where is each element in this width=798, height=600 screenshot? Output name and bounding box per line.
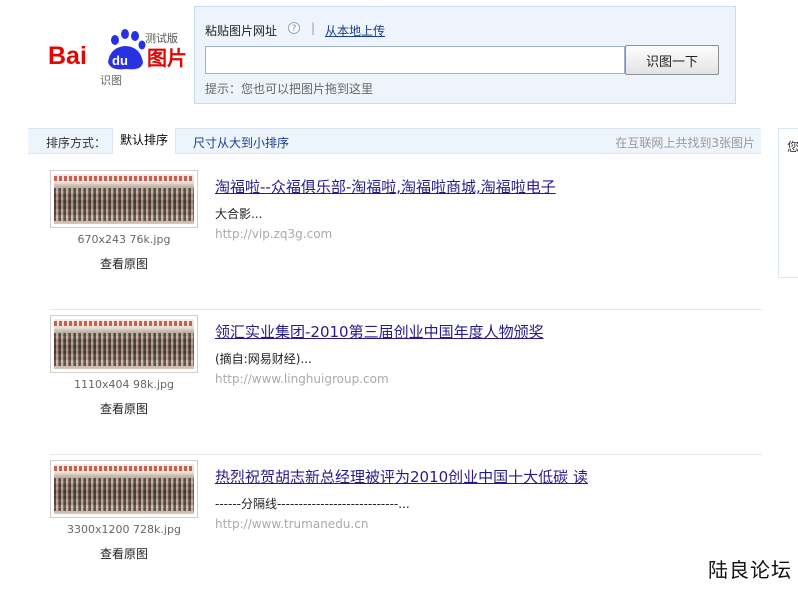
baidu-logo[interactable]: Bai du 图片 测试版 识图 <box>44 22 194 92</box>
result-count: 在互联网上共找到3张图片 <box>615 136 755 150</box>
search-image-button[interactable]: 识图一下 <box>625 45 719 75</box>
paste-url-label: 粘贴图片网址 <box>205 24 278 38</box>
question-circle-icon[interactable]: ? <box>288 22 300 34</box>
group-photo-image <box>54 174 194 224</box>
image-size: 1110x404 98k.jpg <box>74 378 174 391</box>
group-photo-image <box>54 319 194 369</box>
logo-subtitle: 识图 <box>100 74 122 87</box>
result-item: 3300x1200 728k.jpg 查看原图 热烈祝贺胡志新总经理被评为201… <box>50 460 762 600</box>
result-snippet: (摘自:网易财经)... <box>215 352 312 366</box>
result-title-link[interactable]: 热烈祝贺胡志新总经理被评为2010创业中国十大低碳 读 <box>215 466 588 487</box>
result-item: 670x243 76k.jpg 查看原图 淘福啦--众福俱乐部-淘福啦,淘福啦商… <box>50 170 762 310</box>
result-url: http://vip.zq3g.com <box>215 227 333 241</box>
svg-text:Bai: Bai <box>48 42 87 70</box>
drag-hint: 提示：您也可以把图片拖到这里 <box>205 82 374 96</box>
result-title-link[interactable]: 淘福啦--众福俱乐部-淘福啦,淘福啦商城,淘福啦电子 <box>215 176 556 197</box>
sort-label: 排序方式： <box>46 136 107 150</box>
sort-size-tab[interactable]: 尺寸从大到小排序 <box>193 134 289 151</box>
result-item: 1110x404 98k.jpg 查看原图 领汇实业集团-2010第三届创业中国… <box>50 315 762 455</box>
view-original-link[interactable]: 查看原图 <box>50 255 198 272</box>
svg-text:图片: 图片 <box>147 46 187 70</box>
upload-local-link[interactable]: 从本地上传 <box>325 22 385 39</box>
result-title-link[interactable]: 领汇实业集团-2010第三届创业中国年度人物颁奖 <box>215 321 544 342</box>
forum-watermark: 陆良论坛 <box>708 558 792 582</box>
svg-text:du: du <box>112 53 128 68</box>
result-url: http://www.trumanedu.cn <box>215 517 369 531</box>
result-snippet: 大合影... <box>215 207 263 221</box>
sort-bar: 排序方式： 默认排序 尺寸从大到小排序 在互联网上共找到3张图片 <box>28 128 761 154</box>
result-divider <box>50 309 762 310</box>
result-snippet: ------分隔线----------------------------... <box>215 497 410 511</box>
search-panel: 粘贴图片网址 ? | 从本地上传 识图一下 提示：您也可以把图片拖到这里 <box>194 6 736 104</box>
result-thumbnail[interactable] <box>50 315 198 373</box>
beta-label: 测试版 <box>145 32 178 45</box>
result-thumbnail[interactable] <box>50 460 198 518</box>
image-size: 670x243 76k.jpg <box>77 233 171 246</box>
result-thumbnail[interactable] <box>50 170 198 228</box>
side-panel-text: 您 <box>787 140 798 154</box>
result-divider <box>50 454 762 455</box>
result-url: http://www.linghuigroup.com <box>215 372 389 386</box>
side-panel: 您 <box>778 128 798 278</box>
divider: | <box>311 21 316 35</box>
view-original-link[interactable]: 查看原图 <box>50 400 198 417</box>
image-url-input[interactable] <box>205 46 625 74</box>
group-photo-image <box>54 464 194 514</box>
image-size: 3300x1200 728k.jpg <box>67 523 181 536</box>
sort-default-tab[interactable]: 默认排序 <box>112 128 176 154</box>
view-original-link[interactable]: 查看原图 <box>50 545 198 562</box>
